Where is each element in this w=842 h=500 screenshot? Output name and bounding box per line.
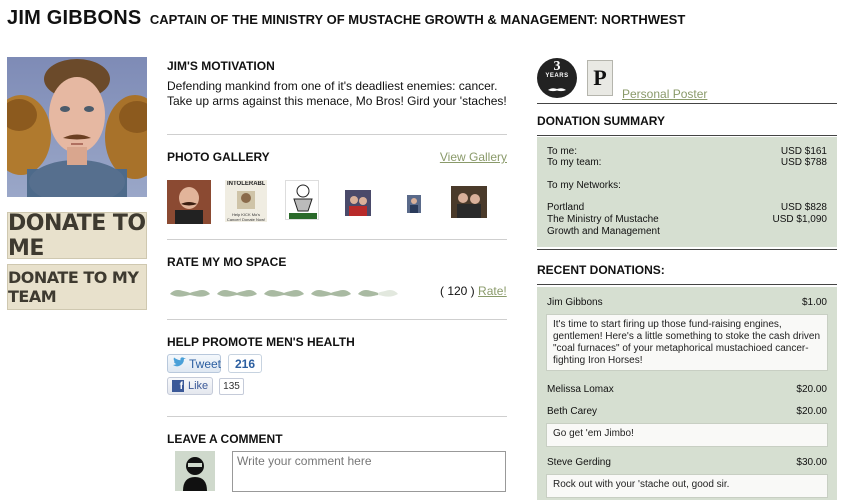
summary-label: To my team: [547, 157, 602, 168]
network-row: The Ministry of Mustache USD $1,090 [547, 214, 827, 226]
gallery-thumb[interactable] [167, 180, 211, 224]
profile-photo [7, 57, 147, 197]
divider [167, 239, 507, 240]
gallery-thumb[interactable] [407, 195, 421, 213]
network-value: USD $1,090 [772, 214, 827, 225]
like-count: 135 [219, 378, 244, 395]
comment-heading: LEAVE A COMMENT [167, 432, 283, 446]
motivation-heading: JIM'S MOTIVATION [167, 59, 275, 73]
network-name: The Ministry of Mustache [547, 214, 659, 225]
personal-poster-link[interactable]: Personal Poster [622, 87, 707, 101]
network-row: Portland USD $828 [547, 202, 827, 214]
recent-donations-panel: Jim Gibbons $1.00 It's time to start fir… [537, 287, 837, 500]
donate-to-me-button[interactable]: DONATE TO ME [7, 211, 147, 261]
donation-row: Steve Gerding $30.00 [547, 457, 827, 468]
network-row: Growth and Management [547, 226, 827, 238]
donor-name: Steve Gerding [547, 457, 611, 468]
gallery-thumb[interactable] [451, 186, 487, 218]
view-gallery-link[interactable]: View Gallery [440, 150, 507, 164]
donation-summary-heading: DONATION SUMMARY [537, 114, 665, 128]
recent-donations-heading: RECENT DONATIONS: [537, 263, 665, 277]
comment-input[interactable] [232, 451, 506, 492]
donate-to-team-button[interactable]: DONATE TO MY TEAM [7, 264, 147, 310]
gallery-thumb[interactable] [345, 190, 371, 216]
promote-heading: HELP PROMOTE MEN'S HEALTH [167, 335, 355, 349]
divider [537, 249, 837, 250]
donation-message: Go get 'em Jimbo! [546, 423, 828, 447]
page-header: JIM GIBBONS CAPTAIN OF THE MINISTRY OF M… [7, 7, 685, 30]
summary-row-networks: To my Networks: [547, 180, 827, 192]
donor-name: Melissa Lomax [547, 384, 614, 395]
divider [537, 103, 837, 104]
gallery-thumb-subtext: Help KICK Mo's Cancer! Donate Now! [226, 212, 266, 222]
divider [537, 284, 837, 285]
mustache-icon [548, 79, 566, 97]
gallery-thumb[interactable] [285, 180, 319, 220]
motivation-text: Defending mankind from one of it's deadl… [167, 79, 507, 108]
page-subtitle: CAPTAIN OF THE MINISTRY OF MUSTACHE GROW… [149, 12, 686, 27]
twitter-bird-icon [172, 356, 186, 371]
divider [167, 416, 507, 417]
rate-link[interactable]: Rate! [478, 284, 507, 298]
network-name: Growth and Management [547, 226, 660, 237]
donation-summary-panel: To me: USD $161 To my team: USD $788 To … [537, 137, 837, 247]
network-name: Portland [547, 202, 585, 213]
commenter-avatar [175, 451, 215, 491]
facebook-like-button[interactable]: f Like [167, 377, 213, 395]
rating-heading: RATE MY MO SPACE [167, 255, 287, 269]
rating-mustache-icon[interactable] [264, 286, 304, 298]
gallery-thumb-text: INTOLERABLE [227, 181, 265, 187]
donor-name: Jim Gibbons [547, 297, 603, 308]
divider [537, 135, 837, 136]
divider [167, 319, 507, 320]
divider [167, 134, 507, 135]
promote-section: HELP PROMOTE MEN'S HEALTH [167, 335, 507, 349]
donation-row: Jim Gibbons $1.00 [547, 297, 827, 308]
years-number: 3 [553, 58, 561, 74]
donation-row: Melissa Lomax $20.00 [547, 384, 827, 395]
rating-section: RATE MY MO SPACE [167, 255, 507, 269]
donation-amount: $20.00 [796, 406, 827, 417]
comment-section: LEAVE A COMMENT [167, 432, 507, 446]
rating-mustache-icon[interactable] [170, 286, 210, 298]
facebook-icon: f [172, 380, 184, 392]
tweet-label: Tweet [189, 356, 222, 371]
summary-label: To my Networks: [547, 180, 621, 191]
rating-mustache-icon[interactable] [217, 286, 257, 298]
network-value: USD $828 [780, 202, 827, 213]
motivation-section: JIM'S MOTIVATION Defending mankind from … [167, 59, 507, 109]
summary-value: USD $788 [780, 157, 827, 168]
tweet-count: 216 [228, 354, 262, 373]
gallery-thumb[interactable]: INTOLERABLE Help KICK Mo's Cancer! Donat… [225, 180, 267, 222]
summary-row-team: To my team: USD $788 [547, 157, 827, 169]
years-badge: 3 YEARS [537, 58, 577, 98]
rating-count-wrap: ( 120 ) Rate! [440, 284, 507, 298]
donation-row: Beth Carey $20.00 [547, 406, 827, 417]
rating-count: ( 120 ) [440, 284, 475, 298]
gallery-thumbnails: INTOLERABLE Help KICK Mo's Cancer! Donat… [167, 180, 507, 224]
tweet-button[interactable]: Tweet [167, 354, 221, 373]
like-label: Like [188, 380, 209, 392]
donation-amount: $20.00 [796, 384, 827, 395]
donation-message: Rock out with your 'stache out, good sir… [546, 474, 828, 498]
rating-mustache-icon[interactable] [311, 286, 351, 298]
rating-mustache-icon[interactable] [358, 286, 398, 298]
donation-message: It's time to start firing up those fund-… [546, 314, 828, 371]
poster-badge[interactable]: P [587, 60, 613, 96]
donation-amount: $1.00 [801, 297, 827, 308]
donation-amount: $30.00 [796, 457, 827, 468]
gallery-section: PHOTO GALLERY View Gallery [167, 150, 507, 164]
page-title: JIM GIBBONS [7, 7, 142, 29]
donor-name: Beth Carey [547, 406, 598, 417]
